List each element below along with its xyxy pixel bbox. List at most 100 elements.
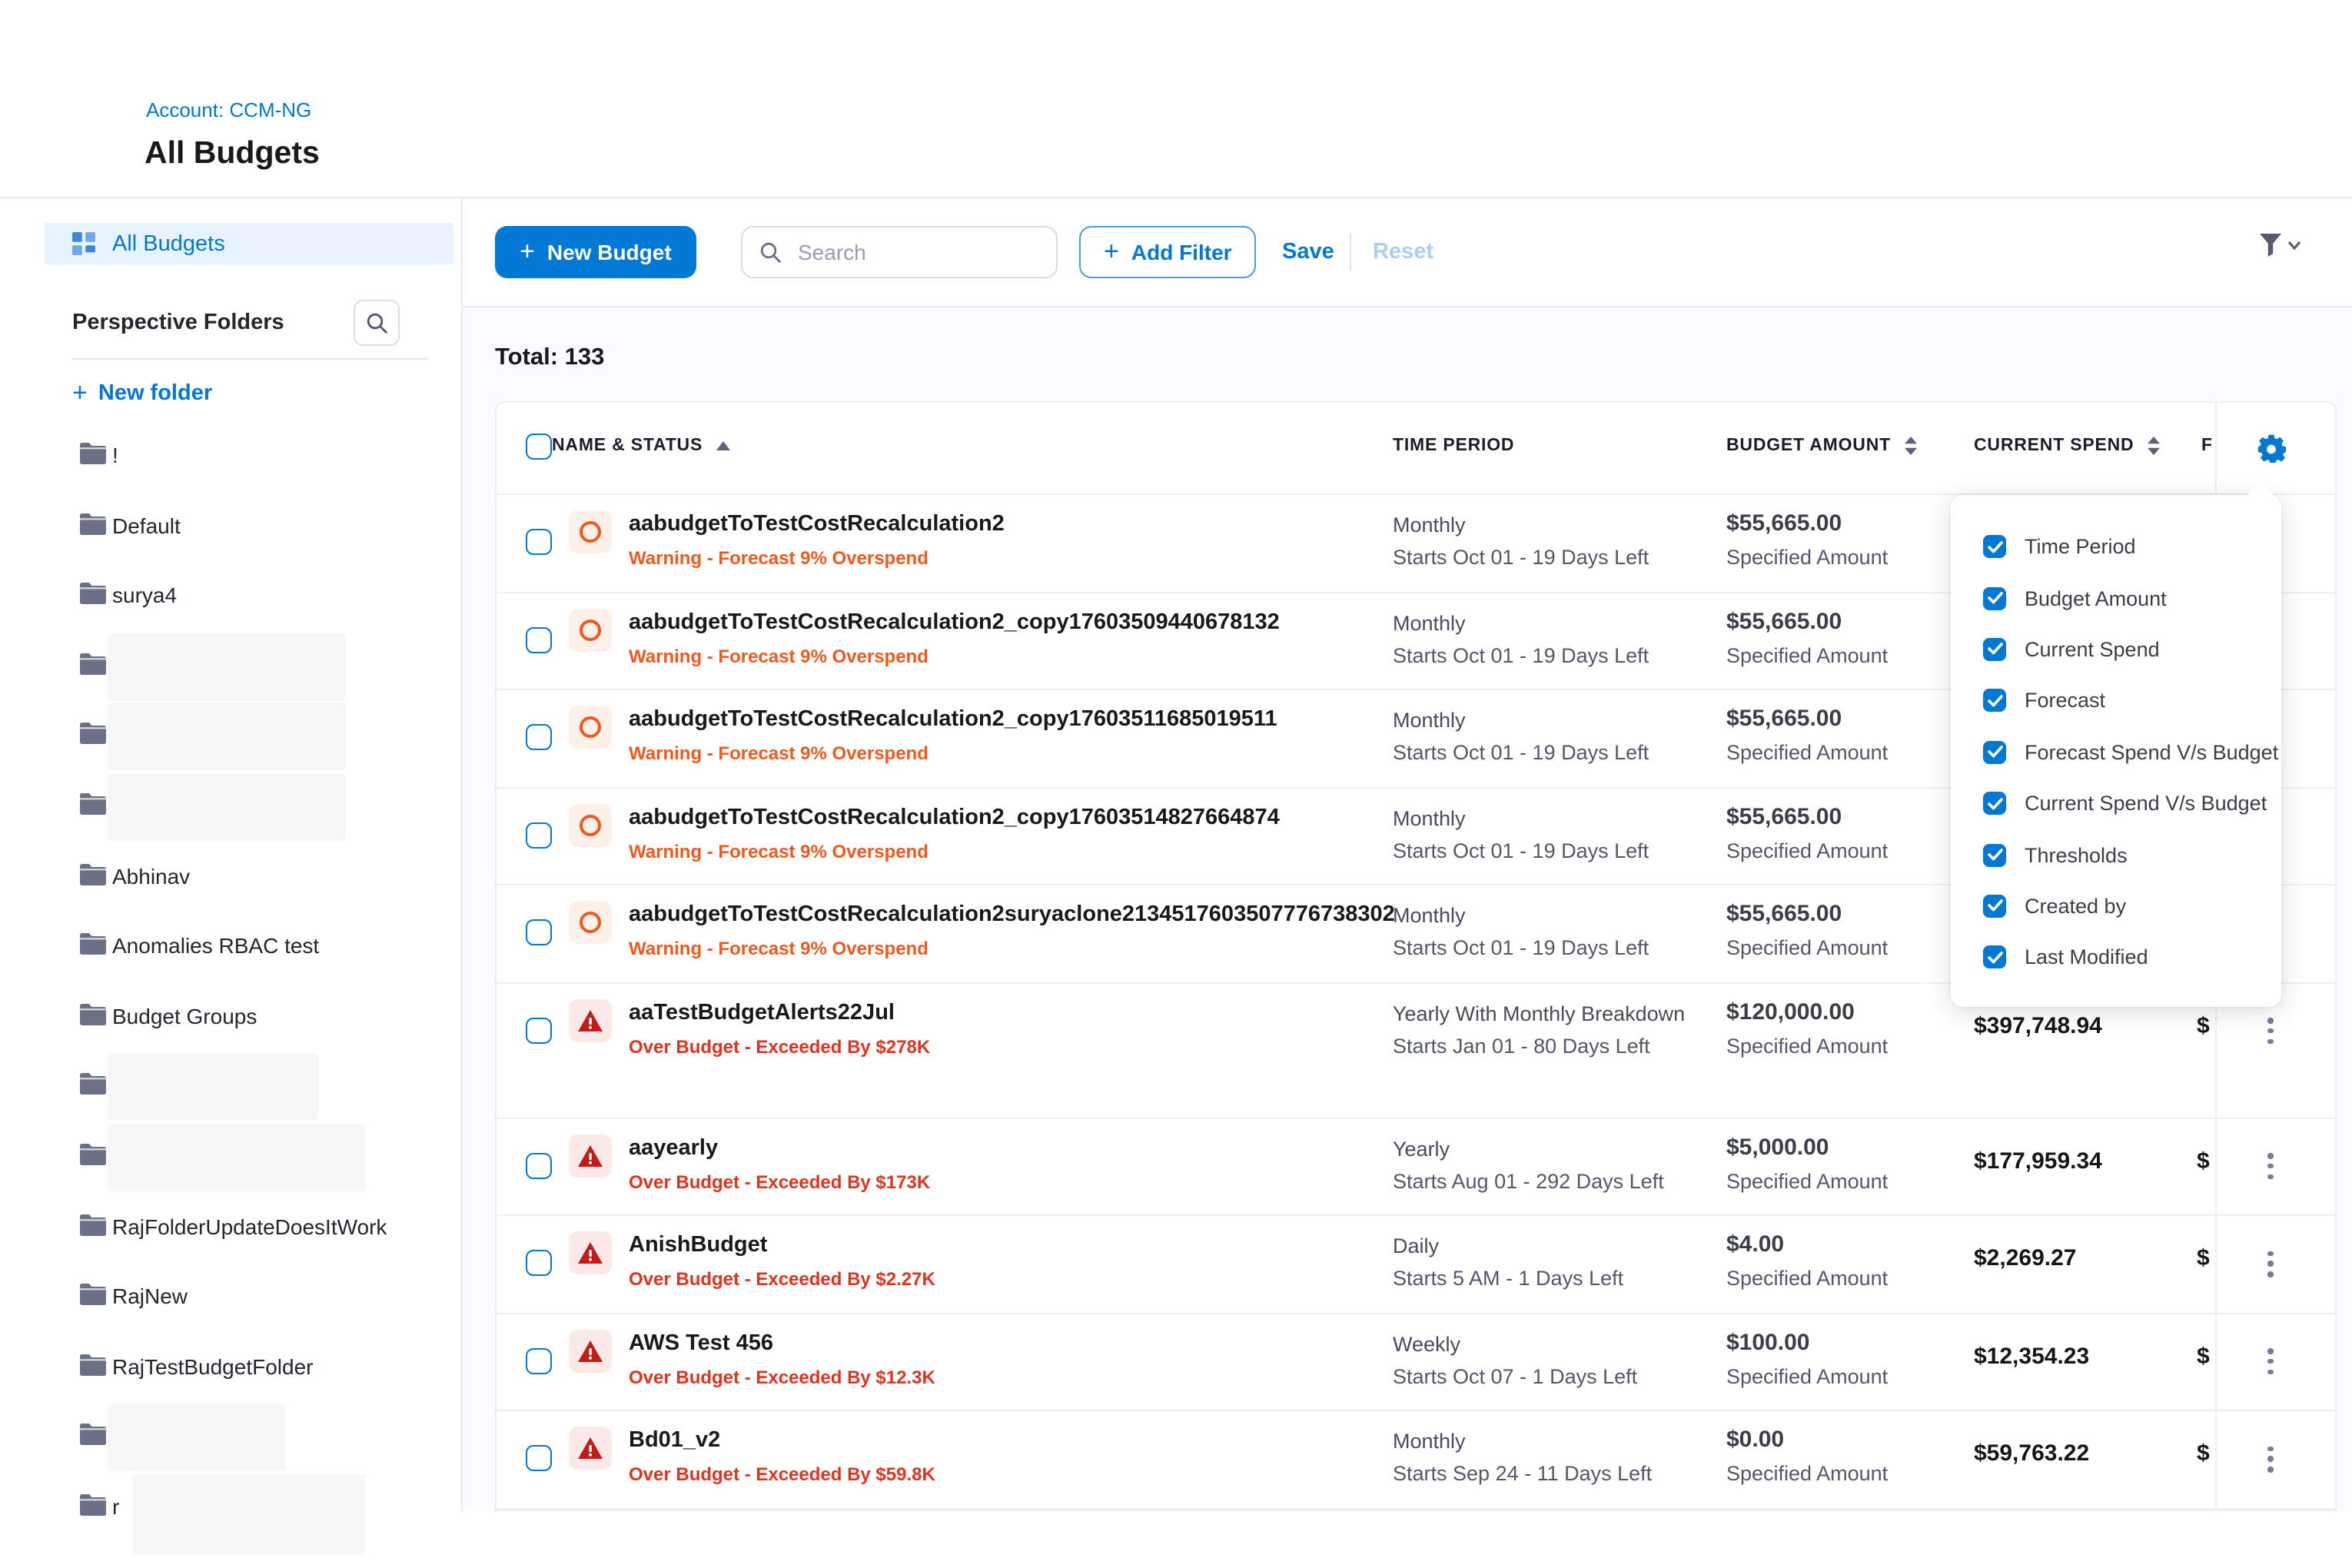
sidebar-folder-item[interactable] xyxy=(0,1403,461,1473)
sidebar-folder-item[interactable]: Anomalies RBAC test xyxy=(0,912,461,982)
row-checkbox[interactable] xyxy=(526,919,552,945)
budget-name[interactable]: aaTestBudgetAlerts22Jul xyxy=(629,1000,930,1025)
account-breadcrumb[interactable]: Account: CCM-NG xyxy=(146,98,311,121)
folder-search-button[interactable] xyxy=(354,300,400,346)
row-actions-kebab[interactable] xyxy=(2260,1015,2281,1047)
row-checkbox[interactable] xyxy=(526,626,552,653)
select-all-checkbox[interactable] xyxy=(526,434,552,460)
row-actions-kebab[interactable] xyxy=(2260,1443,2281,1475)
row-actions-kebab[interactable] xyxy=(2260,1346,2281,1377)
sidebar-folder-item[interactable]: RajTestBudgetFolder xyxy=(0,1332,461,1402)
filter-panel-button[interactable] xyxy=(2258,232,2301,258)
column-menu-item-label: Current Spend xyxy=(2025,638,2160,661)
column-header-current-spend[interactable]: CURRENT SPEND xyxy=(1974,437,2161,455)
reset-button[interactable]: Reset xyxy=(1373,240,1433,264)
table-row[interactable]: aayearly Over Budget - Exceeded By $173K… xyxy=(497,1118,2335,1216)
budget-name[interactable]: aabudgetToTestCostRecalculation2_copy176… xyxy=(629,707,1277,732)
sidebar-folder-item[interactable]: Budget Groups xyxy=(0,982,461,1052)
sidebar-folder-item[interactable]: Default xyxy=(0,491,461,561)
column-header-time-period[interactable]: TIME PERIOD xyxy=(1393,437,1514,455)
table-row[interactable]: AWS Test 456 Over Budget - Exceeded By $… xyxy=(497,1314,2335,1411)
row-checkbox[interactable] xyxy=(526,1017,552,1043)
row-checkbox[interactable] xyxy=(526,529,552,555)
save-button[interactable]: Save xyxy=(1282,240,1334,264)
sidebar-folder-item[interactable] xyxy=(0,772,461,842)
sidebar-folder-item[interactable]: surya4 xyxy=(0,561,461,631)
checked-checkbox[interactable] xyxy=(1983,843,2006,866)
column-menu-item[interactable]: Current Spend xyxy=(1951,624,2281,676)
budget-amount-cell: $55,665.00 Specified Amount xyxy=(1726,706,1888,764)
new-budget-button[interactable]: + New Budget xyxy=(495,226,696,278)
search-input[interactable] xyxy=(795,238,1031,266)
redacted-folder-name xyxy=(108,1404,286,1472)
forecast-value-clipped: $ xyxy=(2197,1440,2214,1467)
budget-status-text: Over Budget - Exceeded By $59.8K xyxy=(629,1463,935,1485)
sidebar-folder-item[interactable]: RajNew xyxy=(0,1262,461,1332)
budget-name[interactable]: aabudgetToTestCostRecalculation2_copy176… xyxy=(629,610,1280,634)
table-row[interactable]: Bd01_v2 Over Budget - Exceeded By $59.8K… xyxy=(497,1411,2335,1509)
budget-name[interactable]: Bd01_v2 xyxy=(629,1428,935,1453)
sidebar-folder-item[interactable]: Abhinav xyxy=(0,842,461,912)
checked-checkbox[interactable] xyxy=(1983,689,2006,713)
folder-icon xyxy=(80,933,106,962)
column-header-name-status[interactable]: NAME & STATUS xyxy=(552,437,730,455)
add-filter-button[interactable]: + Add Filter xyxy=(1079,226,1257,278)
column-menu-item[interactable]: Thresholds xyxy=(1951,829,2281,881)
row-checkbox[interactable] xyxy=(526,1152,552,1178)
column-header-budget-amount[interactable]: BUDGET AMOUNT xyxy=(1726,437,1917,455)
checked-checkbox[interactable] xyxy=(1983,638,2006,661)
warning-status-chip xyxy=(569,901,612,944)
checked-checkbox[interactable] xyxy=(1983,535,2006,558)
checked-checkbox[interactable] xyxy=(1983,586,2006,610)
checked-checkbox[interactable] xyxy=(1983,895,2006,918)
budget-name[interactable]: aabudgetToTestCostRecalculation2 xyxy=(629,512,1005,537)
sidebar-folder-item[interactable]: ! xyxy=(0,421,461,491)
budget-name[interactable]: aabudgetToTestCostRecalculation2suryaclo… xyxy=(629,902,1351,927)
sidebar-folder-item[interactable] xyxy=(0,632,461,702)
row-actions-kebab[interactable] xyxy=(2260,1151,2281,1182)
current-spend: $2,269.27 xyxy=(1974,1245,2076,1271)
row-actions-kebab[interactable] xyxy=(2260,1248,2281,1280)
budget-name-cell: aabudgetToTestCostRecalculation2_copy176… xyxy=(629,610,1280,666)
checked-checkbox[interactable] xyxy=(1983,792,2006,815)
row-checkbox[interactable] xyxy=(526,1250,552,1276)
table-row[interactable]: AnishBudget Over Budget - Exceeded By $2… xyxy=(497,1216,2335,1314)
warning-circle-icon xyxy=(580,814,601,835)
column-menu-item[interactable]: Last Modified xyxy=(1951,932,2281,983)
checked-checkbox[interactable] xyxy=(1983,741,2006,764)
row-checkbox[interactable] xyxy=(526,1347,552,1374)
budget-name[interactable]: aayearly xyxy=(629,1135,930,1160)
folder-label: RajTestBudgetFolder xyxy=(112,1354,314,1378)
column-label: F xyxy=(2201,437,2213,455)
budget-amount-cell: $55,665.00 Specified Amount xyxy=(1726,803,1888,862)
column-settings-gear-button[interactable] xyxy=(2252,429,2289,466)
warning-status-chip xyxy=(569,706,612,749)
row-checkbox[interactable] xyxy=(526,822,552,848)
budget-name[interactable]: aabudgetToTestCostRecalculation2_copy176… xyxy=(629,805,1280,829)
column-menu-item[interactable]: Budget Amount xyxy=(1951,573,2281,624)
column-menu-item[interactable]: Forecast Spend V/s Budget xyxy=(1951,726,2281,778)
folder-label: Anomalies RBAC test xyxy=(112,933,319,958)
row-checkbox[interactable] xyxy=(526,724,552,750)
main-content: + New Budget + Add Filter Save Reset xyxy=(463,198,2352,1511)
redacted-folder-name xyxy=(108,773,346,841)
sidebar-folder-item[interactable]: RajFolderUpdateDoesItWork xyxy=(0,1192,461,1262)
budget-name[interactable]: AnishBudget xyxy=(629,1233,935,1257)
column-menu-item[interactable]: Time Period xyxy=(1951,521,2281,573)
folder-icon xyxy=(80,513,106,542)
column-menu-item[interactable]: Forecast xyxy=(1951,675,2281,726)
sidebar-folder-item[interactable]: r xyxy=(0,1473,461,1543)
period-type: Monthly xyxy=(1393,709,1649,732)
sidebar-item-all-budgets[interactable]: All Budgets xyxy=(45,223,453,264)
new-folder-button[interactable]: + New folder xyxy=(72,378,212,409)
sidebar-folder-item[interactable] xyxy=(0,1052,461,1122)
row-checkbox[interactable] xyxy=(526,1445,552,1471)
sidebar-folder-item[interactable] xyxy=(0,1122,461,1192)
column-menu-item[interactable]: Current Spend V/s Budget xyxy=(1951,778,2281,829)
checked-checkbox[interactable] xyxy=(1983,946,2006,969)
budget-amount-cell: $55,665.00 Specified Amount xyxy=(1726,608,1888,666)
sidebar-folder-item[interactable] xyxy=(0,702,461,772)
budget-name[interactable]: AWS Test 456 xyxy=(629,1330,935,1355)
total-count: Total: 133 xyxy=(495,344,604,372)
column-menu-item[interactable]: Created by xyxy=(1951,880,2281,932)
